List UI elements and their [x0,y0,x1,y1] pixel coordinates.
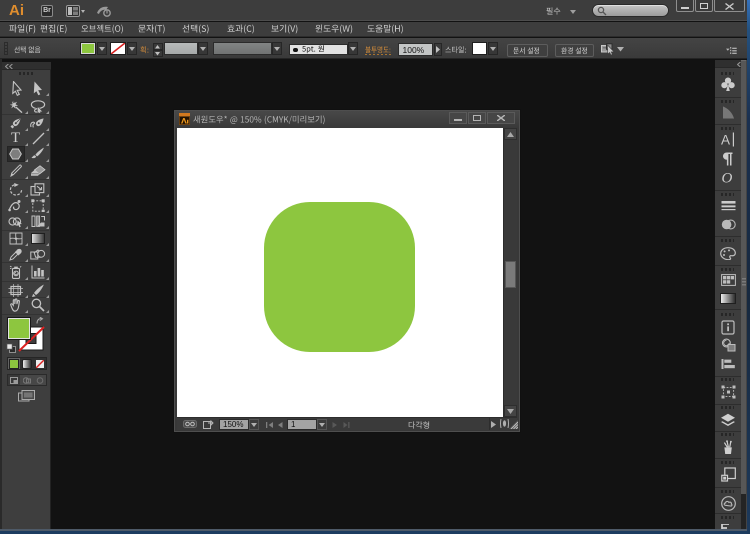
svg-text:O: O [722,171,733,186]
svg-text:A: A [721,132,730,147]
